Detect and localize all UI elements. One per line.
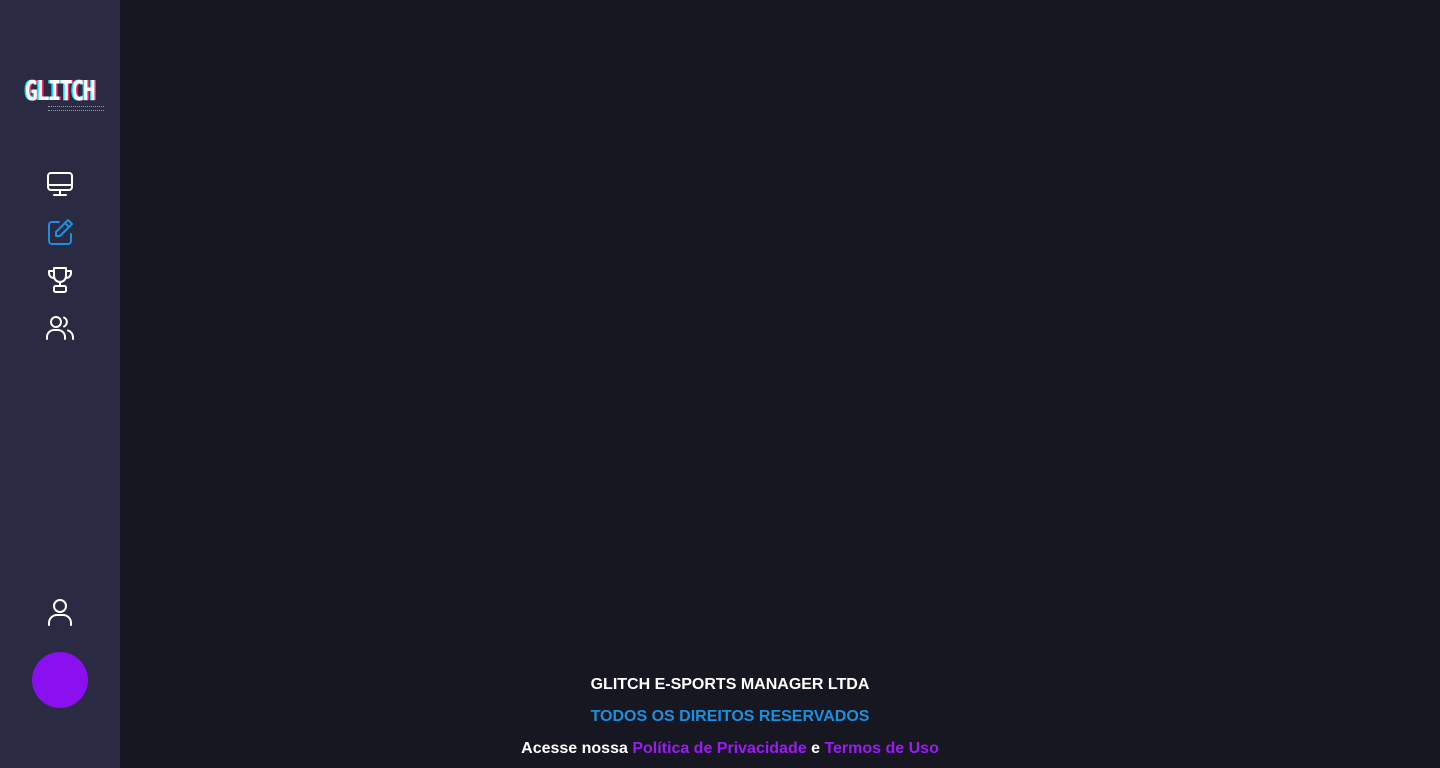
nav-trophy[interactable] (44, 264, 76, 296)
legal-conjunction: e (811, 740, 820, 757)
company-name: GLITCH E-SPORTS MANAGER LTDA (590, 676, 870, 693)
legal-links: Acesse nossa Política de Privacidade e T… (120, 738, 1340, 768)
logo-text: GLITCH (25, 74, 96, 107)
legal-prefix: Acesse nossa (521, 740, 628, 757)
edit-icon (48, 219, 73, 245)
users-icon (46, 316, 74, 340)
sidebar: GLITCH (0, 0, 120, 768)
monitor-icon (47, 172, 73, 196)
terms-of-use-link[interactable]: Termos de Uso (824, 740, 938, 757)
logo-tagline-decoration (48, 106, 104, 111)
nav-edit[interactable] (44, 216, 76, 248)
nav-monitor[interactable] (44, 168, 76, 200)
trophy-icon (48, 267, 72, 293)
privacy-policy-link[interactable]: Política de Privacidade (632, 740, 806, 757)
glitch-logo[interactable]: GLITCH (0, 76, 120, 106)
app-window: GLITCH GLITCH E-SPORTS MANAGER LTDA TODO… (0, 0, 1440, 768)
rights-reserved: TODOS OS DIREITOS RESERVADOS (590, 708, 870, 725)
footer: GLITCH E-SPORTS MANAGER LTDA TODOS OS DI… (120, 674, 1340, 768)
avatar[interactable] (32, 652, 88, 708)
nav-users[interactable] (44, 312, 76, 344)
user-icon (48, 599, 72, 626)
main-content: GLITCH E-SPORTS MANAGER LTDA TODOS OS DI… (120, 0, 1440, 768)
profile-button[interactable] (44, 596, 76, 628)
